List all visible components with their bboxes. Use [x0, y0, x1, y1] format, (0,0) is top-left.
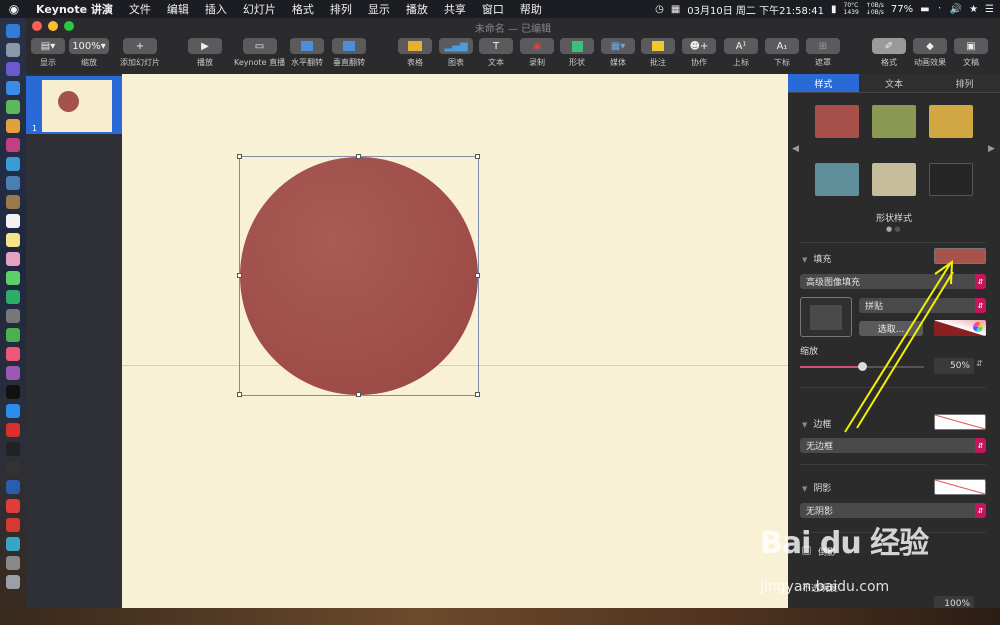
- watermark-url: jingyan.baidu.com: [760, 579, 890, 595]
- annotation-arrow: [844, 260, 954, 433]
- baidu-watermark: Bai du 经验 jingyan.baidu.com: [760, 516, 1000, 621]
- baidu-logo: Bai du 经验: [760, 526, 929, 561]
